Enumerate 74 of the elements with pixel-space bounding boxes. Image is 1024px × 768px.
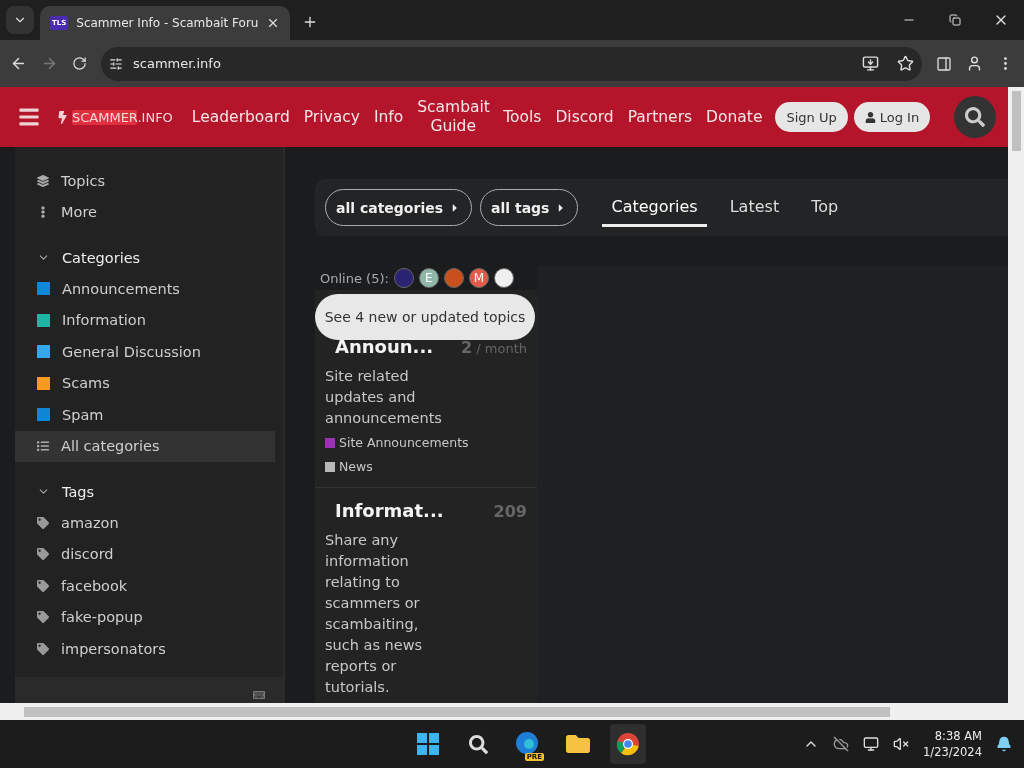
- tab-search-button[interactable]: [6, 6, 34, 34]
- category-card[interactable]: Informat... 209 Share any information relating to scammers or scambaiting, such as news reports or tutorials.: [315, 488, 537, 703]
- url-text: scammer.info: [133, 56, 221, 71]
- nav-link[interactable]: Partners: [620, 107, 700, 127]
- install-icon[interactable]: [862, 55, 879, 72]
- section-header[interactable]: Categories: [15, 242, 275, 273]
- tab-title: Scammer Info - Scambait Foru: [76, 16, 259, 30]
- site-settings-icon[interactable]: [109, 56, 123, 71]
- sidebar-item[interactable]: fake-popup: [15, 601, 275, 633]
- sidebar-item[interactable]: facebook: [15, 570, 275, 602]
- volume-muted-icon[interactable]: [893, 736, 910, 752]
- nav-link[interactable]: Leaderboard: [184, 107, 297, 127]
- nav-link[interactable]: Tools: [496, 107, 549, 127]
- bell-icon[interactable]: [996, 736, 1012, 752]
- subcategory-link[interactable]: Site Announcements: [325, 432, 527, 453]
- vertical-scrollbar[interactable]: [1008, 87, 1024, 703]
- bolt-icon: [56, 110, 69, 124]
- avatar[interactable]: [493, 268, 514, 288]
- tag-icon: [37, 579, 49, 592]
- user-icon: [864, 111, 876, 123]
- avatar[interactable]: M: [468, 268, 489, 288]
- subcategory-link[interactable]: News: [325, 456, 527, 477]
- card-title: Informat...: [335, 500, 444, 521]
- sidebar-item[interactable]: Information: [15, 304, 275, 336]
- signup-button[interactable]: Sign Up: [775, 102, 848, 132]
- new-topics-toast[interactable]: See 4 new or updated topics: [315, 294, 535, 340]
- sidebar-item[interactable]: More: [15, 196, 275, 228]
- topic-count: 209: [493, 502, 527, 521]
- sidebar-item[interactable]: All categories: [15, 430, 275, 462]
- star-icon[interactable]: [897, 55, 914, 72]
- forward-icon[interactable]: [41, 55, 58, 72]
- sidebar-item[interactable]: Spam: [15, 399, 275, 431]
- chrome-icon[interactable]: [610, 724, 646, 764]
- sidebar-item[interactable]: Topics: [15, 165, 275, 197]
- nav-tab[interactable]: Top: [802, 188, 848, 227]
- keyboard-icon[interactable]: [253, 689, 265, 701]
- section-header[interactable]: Tags: [15, 476, 275, 507]
- search-button[interactable]: [954, 96, 996, 138]
- tag-icon: [37, 516, 49, 529]
- menu-icon[interactable]: [18, 106, 40, 128]
- nav-link[interactable]: Scambait Guide: [410, 98, 497, 136]
- clock[interactable]: 8:38 AM 1/23/2024: [923, 728, 982, 760]
- tag-icon: [37, 642, 49, 655]
- profile-icon[interactable]: [966, 55, 983, 72]
- sidebar-item[interactable]: General Discussion: [15, 336, 275, 368]
- sidebar-item[interactable]: Announcements: [15, 273, 275, 305]
- nav-link[interactable]: Discord: [548, 107, 621, 127]
- horizontal-scrollbar[interactable]: [0, 703, 1024, 720]
- list-icon: [37, 440, 49, 453]
- reload-icon[interactable]: [72, 56, 87, 71]
- tag-icon: [37, 611, 49, 624]
- back-icon[interactable]: [10, 55, 27, 72]
- topic-count: 2 / month: [461, 338, 527, 357]
- nav-tab[interactable]: Categories: [602, 188, 707, 227]
- address-bar[interactable]: scammer.info: [101, 46, 922, 81]
- tag-icon: [37, 548, 49, 561]
- network-icon[interactable]: [863, 736, 880, 752]
- cloud-off-icon[interactable]: [833, 736, 850, 752]
- layers-icon: [37, 174, 49, 187]
- sidebar-item[interactable]: Scams: [15, 367, 275, 399]
- card-description: Share any information relating to scammers or scambaiting, such as news reports or tutorials.: [325, 531, 424, 697]
- nav-link[interactable]: Privacy: [296, 107, 367, 127]
- side-panel-icon[interactable]: [936, 55, 952, 72]
- search-icon: [965, 107, 985, 127]
- login-button[interactable]: Log In: [853, 102, 931, 132]
- nav-link[interactable]: Info: [366, 107, 411, 127]
- sidebar-item[interactable]: impersonators: [15, 633, 275, 665]
- nav-tab[interactable]: Latest: [720, 188, 789, 227]
- online-label: Online (5):: [320, 270, 389, 286]
- restore-icon[interactable]: [949, 14, 961, 26]
- browser-logo-icon: [515, 731, 541, 757]
- sidebar-item[interactable]: amazon: [15, 507, 275, 539]
- sidebar-item[interactable]: discord: [15, 538, 275, 570]
- nav-link[interactable]: Donate: [699, 107, 770, 127]
